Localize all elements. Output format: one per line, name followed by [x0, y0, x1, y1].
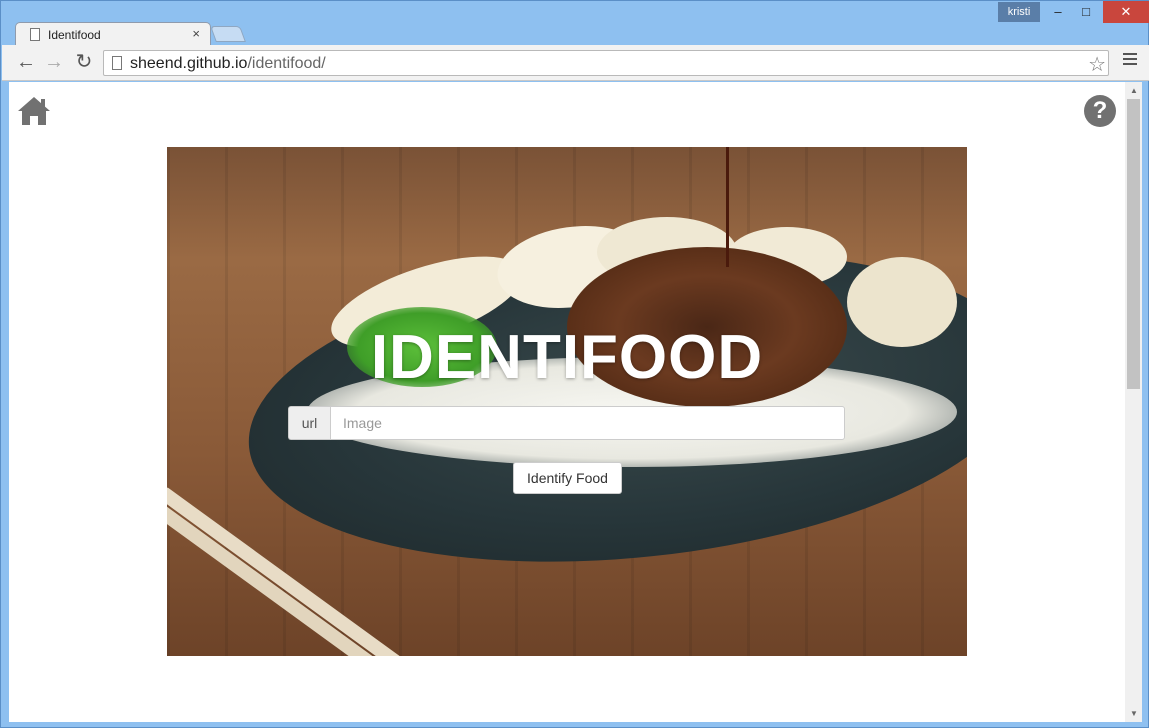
scroll-up-icon[interactable]: ▲ [1130, 86, 1138, 95]
user-badge[interactable]: kristi [998, 2, 1040, 22]
address-url[interactable]: sheend.github.io/identifood/ [130, 55, 326, 73]
reload-icon[interactable]: ↻ [72, 51, 96, 75]
identify-food-button[interactable]: Identify Food [513, 462, 622, 494]
tab-close-icon[interactable]: × [192, 26, 200, 41]
vertical-scrollbar[interactable]: ▲ ▼ [1125, 82, 1142, 722]
titlebar: kristi ‒ □ ✕ Identifood × [1, 1, 1149, 46]
minimize-button[interactable]: ‒ [1044, 1, 1072, 23]
home-icon[interactable] [17, 96, 51, 126]
bookmark-star-icon[interactable]: ☆ [1088, 52, 1106, 77]
page-title: IDENTIFOOD [370, 323, 764, 392]
address-bar[interactable]: sheend.github.io/identifood/ ☆ [103, 50, 1109, 76]
tab-title: Identifood [48, 28, 101, 42]
url-input-group: url [288, 406, 845, 440]
close-window-button[interactable]: ✕ [1103, 1, 1149, 23]
new-tab-button[interactable] [210, 26, 246, 42]
url-host: sheend.github.io [130, 55, 248, 72]
menu-icon[interactable] [1123, 53, 1137, 71]
url-path: /identifood/ [247, 55, 326, 72]
browser-toolbar: ← → ↻ sheend.github.io/identifood/ ☆ [2, 45, 1149, 81]
page-icon [112, 56, 122, 70]
page-viewport: ? IDENTIFOOD url Identify Food ▲ ▼ [9, 82, 1142, 722]
url-addon-label: url [288, 406, 330, 440]
hero-image: IDENTIFOOD url Identify Food [167, 147, 967, 656]
back-arrow-icon[interactable]: ← [14, 51, 38, 75]
maximize-button[interactable]: □ [1072, 1, 1100, 23]
forward-arrow-icon[interactable]: → [42, 51, 66, 75]
image-url-input[interactable] [330, 406, 845, 440]
browser-window: kristi ‒ □ ✕ Identifood × ← → ↻ sheend.g… [0, 0, 1149, 728]
scroll-thumb[interactable] [1127, 99, 1140, 389]
question-circle-icon[interactable]: ? [1084, 95, 1116, 127]
tab-identifood[interactable]: Identifood × [15, 22, 211, 46]
scroll-down-icon[interactable]: ▼ [1130, 709, 1138, 718]
page-icon [30, 28, 40, 41]
